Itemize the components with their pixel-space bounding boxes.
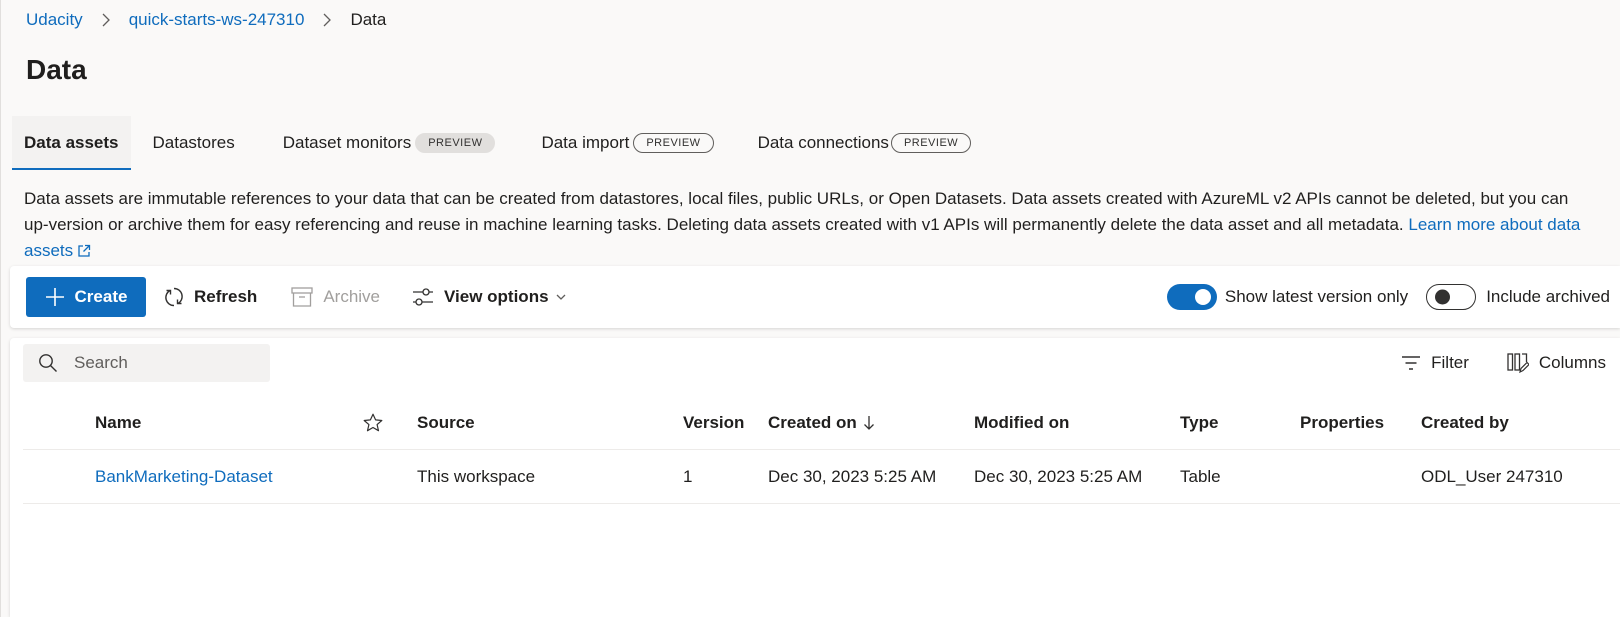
data-assets-list-panel: Filter Columns Name Source Version Creat… — [10, 338, 1620, 617]
table-header-row: Name Source Version Created on Modified … — [23, 396, 1620, 450]
command-bar: Create Refresh Archive View options Show… — [10, 266, 1620, 328]
header-label: Modified on — [974, 412, 1070, 432]
latest-version-toggle[interactable] — [1166, 284, 1217, 310]
sliders-icon — [413, 288, 433, 306]
tab-label: Data import — [541, 133, 630, 152]
archive-label: Archive — [323, 287, 380, 306]
chevron-down-icon — [556, 294, 566, 300]
tab-label: Data connections — [757, 133, 889, 152]
type-cell: Table — [1180, 466, 1221, 486]
refresh-label: Refresh — [194, 287, 258, 306]
column-header-created-on[interactable]: Created on — [768, 396, 875, 449]
column-header-created-by[interactable]: Created by — [1421, 396, 1509, 449]
search-input[interactable] — [72, 352, 256, 374]
column-header-properties[interactable]: Properties — [1300, 396, 1384, 449]
column-header-type[interactable]: Type — [1180, 396, 1218, 449]
columns-icon — [1507, 353, 1529, 374]
modified-on-cell: Dec 30, 2023 5:25 AM — [974, 466, 1143, 486]
tab-label: Dataset monitors — [282, 133, 412, 152]
tab-list: Data assets Datastores Dataset monitors … — [12, 116, 983, 170]
breadcrumb-udacity-link[interactable]: Udacity — [26, 10, 83, 30]
table-row[interactable]: BankMarketing-Dataset This workspace 1 D… — [23, 450, 1620, 504]
toggle-knob — [1435, 289, 1451, 305]
refresh-button[interactable]: Refresh — [164, 286, 257, 308]
version-cell: 1 — [683, 466, 693, 486]
tab-label: Data assets — [24, 133, 119, 152]
header-label: Type — [1180, 412, 1219, 432]
dataset-name-link[interactable]: BankMarketing-Dataset — [95, 467, 273, 487]
toolbar-toggles: Show latest version only Include archive… — [1166, 266, 1610, 328]
page-title: Data — [26, 54, 87, 85]
create-button[interactable]: Create — [26, 277, 146, 317]
breadcrumb: Udacity quick-starts-ws-247310 Data — [26, 10, 386, 30]
header-label: Name — [95, 412, 142, 432]
header-label: Properties — [1300, 412, 1385, 432]
include-archived-label: Include archived — [1486, 287, 1610, 306]
breadcrumb-workspace-link[interactable]: quick-starts-ws-247310 — [129, 10, 305, 30]
chevron-right-icon — [101, 13, 111, 27]
favorite-column-header[interactable] — [363, 396, 383, 449]
chevron-right-icon — [322, 13, 332, 27]
refresh-icon — [165, 287, 183, 307]
created-by-cell: ODL_User 247310 — [1421, 466, 1563, 486]
arrow-down-icon — [863, 415, 874, 430]
tab-data-connections[interactable]: Data connections PREVIEW — [746, 116, 984, 170]
preview-badge: PREVIEW — [633, 133, 714, 153]
description-text: Data assets are immutable references to … — [24, 189, 1569, 234]
source-cell: This workspace — [417, 466, 536, 486]
plus-icon — [45, 288, 64, 306]
header-label: Version — [683, 412, 745, 432]
search-box — [23, 344, 270, 382]
header-label: Created by — [1421, 412, 1509, 432]
header-label: Created on — [768, 412, 857, 432]
tab-dataset-monitors[interactable]: Dataset monitors PREVIEW — [271, 116, 508, 170]
column-header-modified-on[interactable]: Modified on — [974, 396, 1069, 449]
view-options-label: View options — [444, 287, 549, 306]
tab-data-assets[interactable]: Data assets — [12, 116, 131, 170]
filter-button[interactable]: Filter — [1401, 353, 1469, 373]
list-actions: Filter Columns — [1401, 344, 1606, 382]
tab-label: Datastores — [152, 133, 235, 152]
search-icon — [39, 354, 57, 372]
created-on-cell: Dec 30, 2023 5:25 AM — [768, 466, 937, 486]
archive-button[interactable]: Archive — [291, 287, 380, 307]
left-border — [0, 0, 1, 617]
page-description: Data assets are immutable references to … — [24, 186, 1594, 266]
data-assets-table: Name Source Version Created on Modified … — [23, 396, 1620, 504]
tab-datastores[interactable]: Datastores — [141, 116, 247, 170]
columns-label: Columns — [1538, 353, 1606, 372]
toggle-knob — [1194, 289, 1211, 305]
include-archived-toggle[interactable] — [1426, 284, 1477, 310]
archive-icon — [291, 287, 313, 307]
header-label: Source — [417, 412, 475, 432]
view-options-button[interactable]: View options — [412, 287, 567, 307]
preview-badge: PREVIEW — [415, 133, 496, 153]
filter-icon — [1402, 356, 1421, 370]
columns-button[interactable]: Columns — [1507, 352, 1606, 374]
column-header-source[interactable]: Source — [417, 396, 475, 449]
filter-label: Filter — [1431, 353, 1469, 372]
latest-version-label: Show latest version only — [1224, 287, 1409, 306]
external-link-icon — [77, 240, 91, 266]
create-label: Create — [74, 287, 128, 306]
breadcrumb-current: Data — [350, 10, 387, 29]
tab-data-import[interactable]: Data import PREVIEW — [529, 116, 725, 170]
preview-badge: PREVIEW — [890, 133, 972, 153]
column-header-version[interactable]: Version — [683, 396, 744, 449]
column-header-name[interactable]: Name — [95, 396, 141, 449]
star-icon — [363, 413, 383, 432]
